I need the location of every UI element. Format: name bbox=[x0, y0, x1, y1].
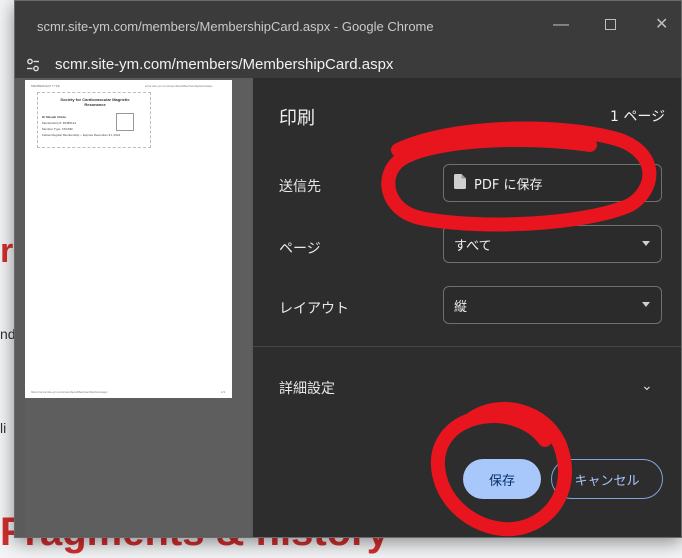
layout-value: 縦 bbox=[454, 299, 468, 315]
preview-header-right: scmr.site-ym.com/members/MembershipCard.… bbox=[145, 84, 213, 88]
print-title: 印刷 bbox=[279, 108, 315, 129]
layout-select[interactable]: 縦 bbox=[443, 286, 662, 324]
close-icon[interactable]: ✕ bbox=[655, 15, 668, 35]
chevron-down-icon bbox=[642, 180, 650, 185]
section-divider bbox=[253, 346, 681, 347]
card-title: Society for Cardiovascular Magnetic Reso… bbox=[60, 97, 130, 107]
layout-label: レイアウト bbox=[279, 301, 349, 317]
preview-footer-left: https://scmr.site-ym.com/members/Members… bbox=[31, 390, 108, 394]
destination-value: PDF に保存 bbox=[474, 177, 543, 193]
background-text-fragment-2: li bbox=[0, 420, 7, 436]
print-settings-panel: 印刷 1 ページ 送信先 PDF に保存 ページ すべて レイアウト 縦 詳細設… bbox=[253, 78, 681, 537]
window-title: scmr.site-ym.com/members/MembershipCard.… bbox=[37, 18, 434, 34]
advanced-settings-toggle[interactable]: 詳細設定 bbox=[279, 378, 335, 398]
card-line: Membership #: 38485124 bbox=[42, 121, 77, 125]
save-button[interactable]: 保存 bbox=[463, 459, 541, 499]
minimize-icon[interactable]: — bbox=[553, 15, 569, 35]
document-icon bbox=[454, 173, 466, 193]
chevron-down-icon[interactable]: ⌄ bbox=[641, 378, 653, 394]
chevron-down-icon bbox=[642, 241, 650, 246]
preview-page: MEMBERSHIP TYPE scmr.site-ym.com/members… bbox=[25, 80, 232, 398]
address-bar: scmr.site-ym.com/members/MembershipCard.… bbox=[15, 51, 681, 78]
card-line: Fellow Regular Membership -- Expires Dec… bbox=[42, 133, 121, 137]
background-heading-fragment: r bbox=[0, 232, 14, 270]
page-count: 1 ページ bbox=[610, 109, 666, 125]
card-line: Member Type: FSCMR bbox=[42, 127, 73, 131]
preview-footer-right: 1/1 bbox=[221, 390, 226, 394]
destination-label: 送信先 bbox=[279, 179, 321, 195]
maximize-icon[interactable] bbox=[605, 15, 616, 30]
chevron-down-icon bbox=[642, 302, 650, 307]
preview-header-left: MEMBERSHIP TYPE bbox=[31, 84, 60, 88]
destination-select[interactable]: PDF に保存 bbox=[443, 164, 662, 202]
print-dialog: MEMBERSHIP TYPE scmr.site-ym.com/members… bbox=[15, 78, 681, 537]
membership-card: Society for Cardiovascular Magnetic Reso… bbox=[37, 92, 151, 148]
tune-icon[interactable] bbox=[23, 55, 43, 75]
pages-select[interactable]: すべて bbox=[443, 225, 662, 263]
pages-value: すべて bbox=[454, 238, 492, 254]
broken-image-icon bbox=[116, 113, 134, 131]
page-url[interactable]: scmr.site-ym.com/members/MembershipCard.… bbox=[55, 56, 393, 73]
print-preview: MEMBERSHIP TYPE scmr.site-ym.com/members… bbox=[25, 80, 251, 536]
window-titlebar[interactable]: scmr.site-ym.com/members/MembershipCard.… bbox=[15, 1, 681, 51]
pages-label: ページ bbox=[279, 241, 321, 257]
cancel-button[interactable]: キャンセル bbox=[551, 459, 663, 499]
card-line: Dr Masaki Ishida bbox=[42, 115, 66, 119]
chrome-popup-window: scmr.site-ym.com/members/MembershipCard.… bbox=[14, 0, 682, 538]
